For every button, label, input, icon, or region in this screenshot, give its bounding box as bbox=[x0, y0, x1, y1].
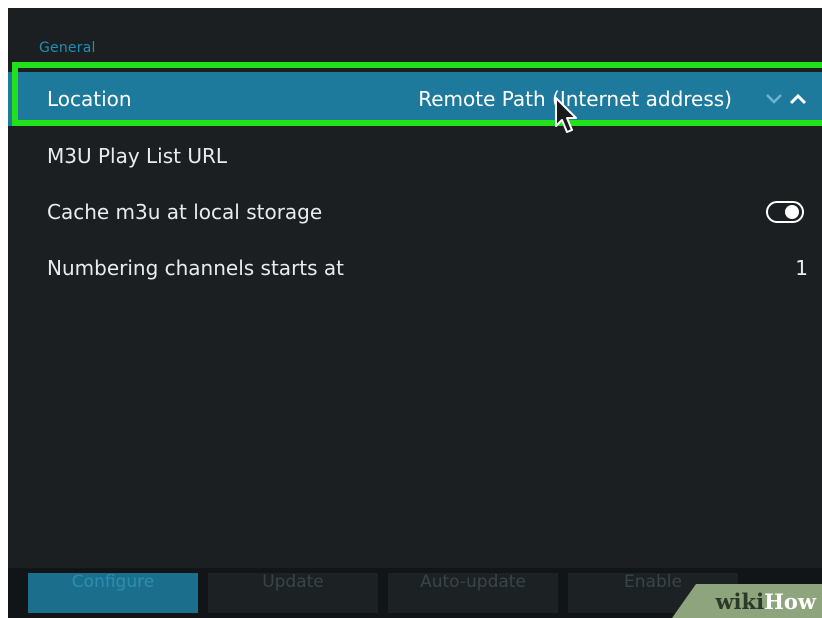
update-button[interactable]: Update bbox=[208, 573, 378, 613]
setting-channel-numbering-value: 1 bbox=[795, 256, 808, 280]
toggle-knob bbox=[785, 205, 799, 219]
setting-location-label: Location bbox=[47, 87, 132, 111]
cache-toggle[interactable] bbox=[766, 201, 804, 223]
setting-m3u-url[interactable]: M3U Play List URL bbox=[8, 130, 822, 182]
chevron-down-icon[interactable] bbox=[764, 92, 784, 106]
enable-button-label: Enable bbox=[624, 573, 682, 592]
update-button-label: Update bbox=[262, 573, 324, 592]
section-label-general: General bbox=[39, 40, 96, 56]
setting-channel-numbering[interactable]: Numbering channels starts at 1 bbox=[8, 242, 822, 294]
setting-cache-m3u-label: Cache m3u at local storage bbox=[47, 200, 323, 224]
location-spinner[interactable] bbox=[764, 92, 808, 106]
wikihow-watermark: wiki How bbox=[672, 584, 822, 618]
setting-channel-numbering-label: Numbering channels starts at bbox=[47, 256, 345, 280]
watermark-how: How bbox=[764, 588, 816, 614]
setting-location[interactable]: Location Remote Path (Internet address) bbox=[8, 72, 822, 126]
configure-button[interactable]: Configure bbox=[28, 573, 198, 613]
setting-cache-m3u[interactable]: Cache m3u at local storage bbox=[8, 186, 822, 238]
watermark-wiki: wiki bbox=[715, 588, 765, 614]
auto-update-button[interactable]: Auto-update bbox=[388, 573, 558, 613]
auto-update-button-label: Auto-update bbox=[420, 573, 526, 592]
configure-button-label: Configure bbox=[71, 573, 155, 592]
chevron-up-icon[interactable] bbox=[788, 92, 808, 106]
setting-m3u-url-label: M3U Play List URL bbox=[47, 144, 228, 168]
setting-location-value: Remote Path (Internet address) bbox=[418, 87, 732, 111]
